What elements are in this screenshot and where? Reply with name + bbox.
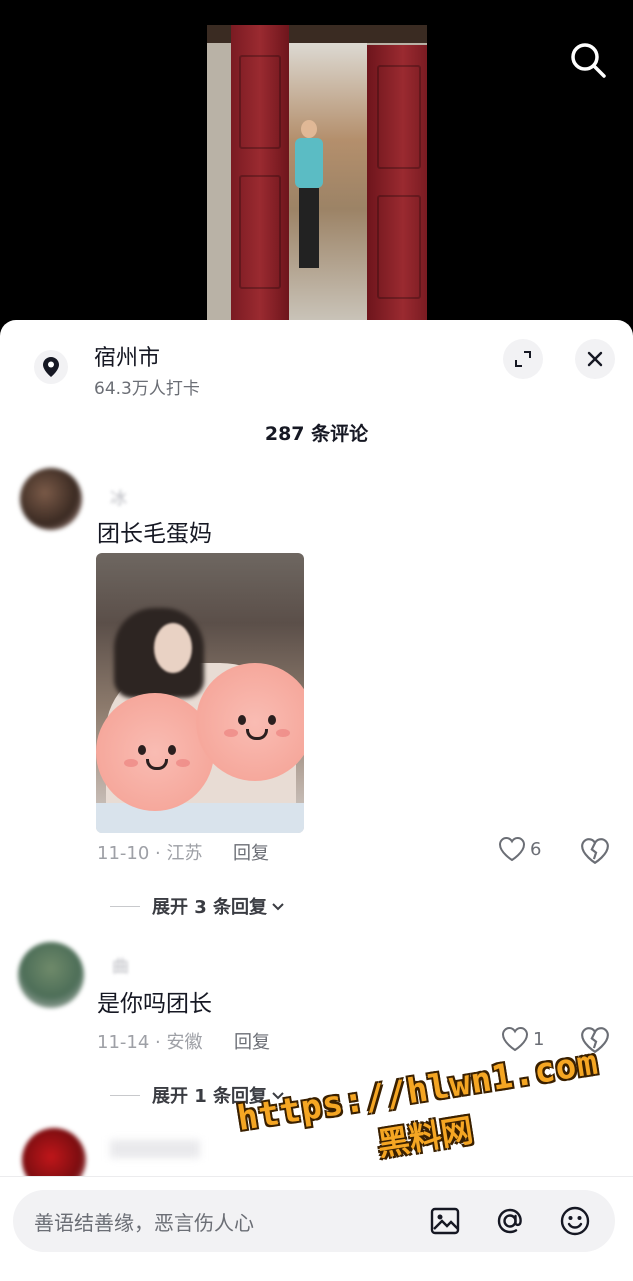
heart-icon xyxy=(501,1026,529,1052)
close-button[interactable] xyxy=(575,339,615,379)
location-title[interactable]: 宿州市 xyxy=(94,340,160,372)
emoji-icon[interactable] xyxy=(558,1204,592,1238)
door-right xyxy=(367,45,427,320)
comment-text: 团长毛蛋妈 xyxy=(97,521,212,547)
image-icon[interactable] xyxy=(428,1204,462,1238)
broken-heart-icon[interactable] xyxy=(580,836,610,866)
search-icon[interactable] xyxy=(567,39,609,81)
comment-image[interactable] xyxy=(96,553,304,833)
like-button[interactable]: 1 xyxy=(501,1026,544,1052)
reply-button[interactable]: 回复 xyxy=(234,1028,270,1054)
comment-text: 是你吗团长 xyxy=(97,991,212,1017)
like-count: 1 xyxy=(533,1028,545,1050)
expand-icon xyxy=(515,351,531,367)
at-icon[interactable] xyxy=(493,1204,527,1238)
like-button[interactable]: 6 xyxy=(498,836,541,862)
video-frame xyxy=(207,25,427,320)
location-checkins: 64.3万人打卡 xyxy=(94,379,200,399)
location-pin-icon xyxy=(34,350,68,384)
door-left xyxy=(231,25,289,320)
close-icon xyxy=(587,351,603,367)
heart-icon xyxy=(498,836,526,862)
chevron-down-icon xyxy=(272,903,284,911)
comment-count: 287 条评论 xyxy=(264,423,369,445)
comment-input-placeholder: 善语结善缘，恶言伤人心 xyxy=(34,1211,254,1235)
expand-button[interactable] xyxy=(503,339,543,379)
comment-meta: 11-14 · 安徽 xyxy=(97,1032,203,1053)
blurred-username xyxy=(110,1140,200,1158)
comment-username[interactable]: 曲 xyxy=(112,952,129,977)
expand-replies-label: 展开 3 条回复 xyxy=(152,897,268,918)
reply-button[interactable]: 回复 xyxy=(233,839,269,865)
person-figure xyxy=(293,120,323,280)
expand-replies-button[interactable]: 展开 3 条回复 xyxy=(110,893,287,919)
video-player[interactable] xyxy=(0,0,633,330)
avatar[interactable] xyxy=(20,468,82,530)
comment-username[interactable]: 冰 xyxy=(110,484,127,509)
blur-sticker xyxy=(196,663,304,781)
avatar[interactable] xyxy=(18,942,84,1008)
like-count: 6 xyxy=(530,838,542,860)
comment-meta: 11-10 · 江苏 xyxy=(97,843,203,864)
